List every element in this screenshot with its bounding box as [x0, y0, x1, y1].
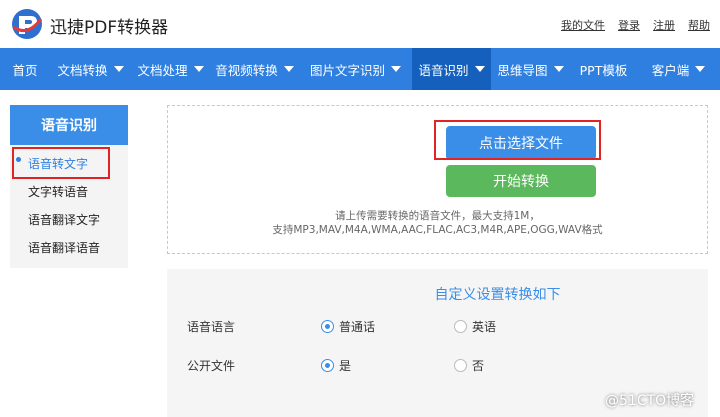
language-label: 语音语言 [187, 320, 236, 334]
nav-home[interactable]: 首页 [0, 48, 50, 90]
settings-title: 自定义设置转换如下 [434, 287, 561, 303]
nav-speech-recognition[interactable]: 语音识别 [412, 48, 491, 90]
english-option-label: 英语 [472, 320, 497, 334]
nav-av-convert[interactable]: 音视频转换 [210, 48, 299, 90]
nav-doc-convert[interactable]: 文档转换 [50, 48, 131, 90]
mandarin-option-label: 普通话 [339, 320, 376, 334]
start-convert-button[interactable]: 开始转换 [446, 165, 596, 197]
help-link[interactable]: 帮助 [688, 17, 710, 33]
highlight-box [12, 147, 110, 179]
chevron-down-icon [283, 66, 294, 72]
sidebar: 语音识别 语音转文字 文字转语音 语音翻译文字 语音翻译语音 [10, 105, 128, 268]
yes-option-label: 是 [339, 359, 352, 373]
my-files-link[interactable]: 我的文件 [561, 17, 605, 33]
chevron-down-icon [391, 66, 401, 72]
chevron-down-icon [193, 66, 204, 72]
sidebar-item-speech-translate-speech[interactable]: 语音翻译语音 [28, 239, 100, 256]
chevron-down-icon [474, 66, 485, 72]
nav-doc-process[interactable]: 文档处理 [131, 48, 210, 90]
top-links: 我的文件 登录 注册 帮助 [561, 17, 710, 33]
nav-client[interactable]: 客户端 [637, 48, 720, 90]
chevron-down-icon [695, 66, 706, 72]
chevron-down-icon [113, 66, 124, 72]
public-file-label: 公开文件 [187, 359, 236, 373]
no-option-label: 否 [472, 359, 485, 373]
sidebar-item-text-to-speech[interactable]: 文字转语音 [28, 183, 88, 200]
login-link[interactable]: 登录 [618, 17, 640, 33]
highlight-box [434, 120, 601, 160]
nav-mind-map[interactable]: 思维导图 [491, 48, 570, 90]
radio-english[interactable] [454, 320, 467, 333]
nav-ppt-templates[interactable]: PPT模板 [570, 48, 637, 90]
main-nav: 首页 文档转换 文档处理 音视频转换 图片文字识别 语音识别 思维导图 PPT模… [0, 48, 720, 90]
radio-public-yes[interactable] [321, 359, 334, 372]
register-link[interactable]: 注册 [653, 17, 675, 33]
app-name: 迅捷PDF转换器 [50, 18, 169, 38]
upload-hint-line2: 支持MP3,MAV,M4A,WMA,AAC,FLAC,AC3,M4R,APE,O… [272, 224, 603, 236]
chevron-down-icon [553, 66, 564, 72]
radio-public-no[interactable] [454, 359, 467, 372]
sidebar-title: 语音识别 [10, 105, 128, 145]
app-logo-icon [12, 9, 43, 39]
header: 迅捷PDF转换器 我的文件 登录 注册 帮助 [0, 0, 720, 48]
radio-mandarin[interactable] [321, 320, 334, 333]
upload-hint-line1: 请上传需要转换的语音文件，最大支持1M， [335, 210, 540, 222]
watermark: @51CTO博客 [605, 393, 695, 409]
nav-image-ocr[interactable]: 图片文字识别 [299, 48, 412, 90]
sidebar-item-speech-translate-text[interactable]: 语音翻译文字 [28, 211, 100, 228]
